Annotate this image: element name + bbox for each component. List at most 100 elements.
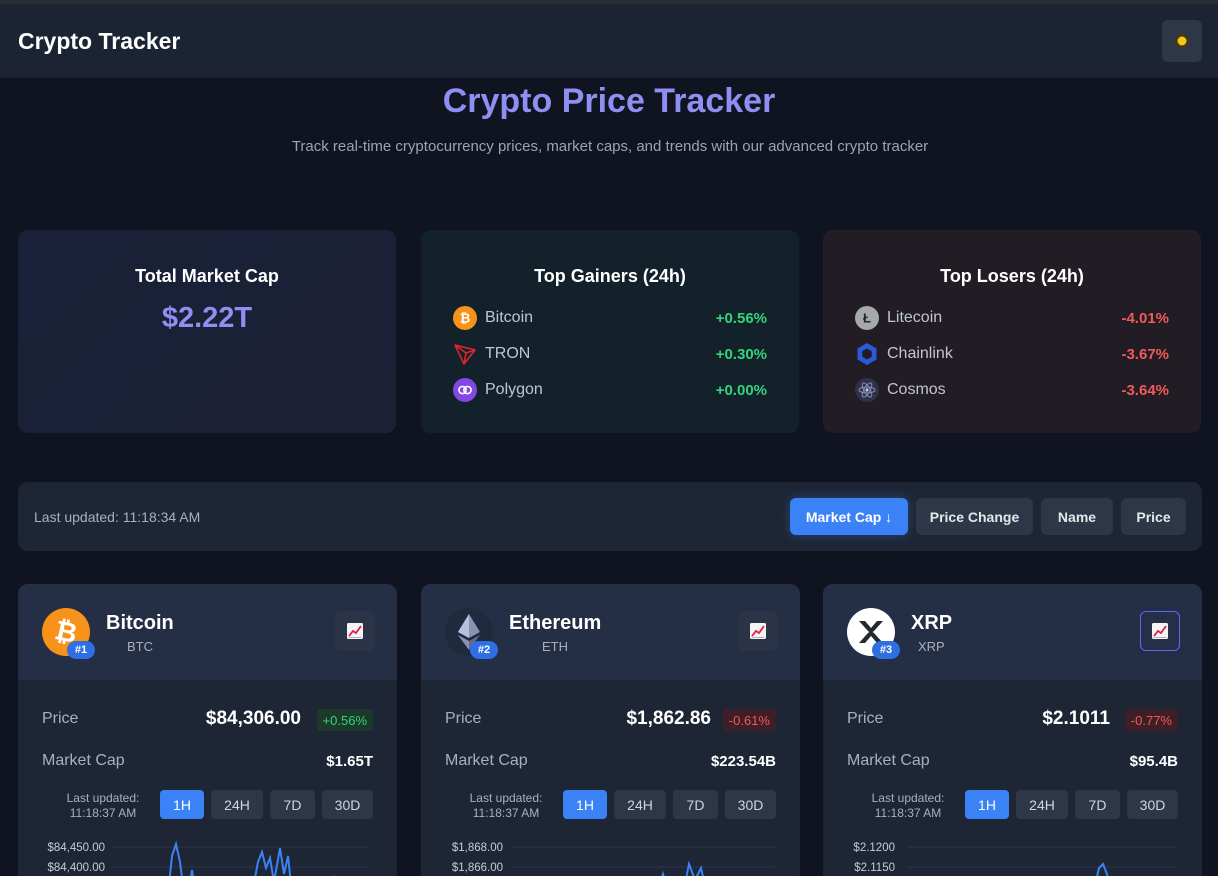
coin-card-ethereum: #2 Ethereum ETH Price $1,862.86 -0.61% M… [421, 584, 800, 876]
navbar: Crypto Tracker [0, 4, 1218, 78]
last-updated-text: Last updated: 11:18:34 AM [34, 509, 201, 525]
loser-name: Litecoin [887, 309, 943, 326]
timeframe-7d-button[interactable]: 7D [1075, 790, 1120, 819]
page-title: Crypto Price Tracker [442, 82, 776, 120]
top-gainers-title: Top Gainers (24h) [534, 266, 686, 286]
tron-icon [453, 342, 477, 366]
coin-last-updated-time: 11:18:37 AM [69, 806, 137, 820]
sort-name-button[interactable]: Name [1041, 498, 1113, 535]
sort-price-change-button[interactable]: Price Change [916, 498, 1033, 535]
gainer-name: Polygon [485, 381, 543, 398]
coin-symbol: XRP [918, 639, 945, 654]
price-label: Price [42, 710, 79, 727]
theme-toggle-button[interactable] [1162, 20, 1202, 62]
timeframe-30d-button[interactable]: 30D [725, 790, 776, 819]
svg-text:Ł: Ł [863, 311, 871, 325]
gainer-change: +0.00% [715, 381, 767, 399]
price-line [661, 860, 704, 876]
chart-toggle-button[interactable] [738, 611, 778, 651]
timeframe-7d-button[interactable]: 7D [270, 790, 315, 819]
gainer-item[interactable]: TRON +0.30% [453, 341, 767, 367]
sort-price-button[interactable]: Price [1121, 498, 1186, 535]
gainer-name: Bitcoin [485, 309, 534, 326]
coin-last-updated-time: 11:18:37 AM [874, 806, 942, 820]
timeframe-1h-button[interactable]: 1H [965, 790, 1009, 819]
coin-price: $2.1011 [1042, 708, 1110, 729]
loser-item[interactable]: Ł Litecoin -4.01% [855, 305, 1169, 331]
polygon-icon [453, 378, 477, 402]
page-subtitle: Track real-time cryptocurrency prices, m… [291, 138, 929, 155]
coin-card-header: #2 Ethereum ETH [421, 584, 800, 680]
chart-icon [750, 623, 766, 639]
loser-change: -3.67% [1121, 345, 1169, 363]
price-chart: $1,868.00 $1,866.00 [452, 842, 775, 876]
coin-last-updated-time: 11:18:37 AM [472, 806, 540, 820]
loser-name: Cosmos [887, 381, 946, 398]
loser-change: -3.64% [1121, 381, 1169, 399]
litecoin-icon: Ł [855, 306, 879, 330]
coin-last-updated-label: Last updated: [66, 791, 140, 805]
loser-item[interactable]: Chainlink -3.67% [855, 341, 1169, 367]
total-market-cap-title: Total Market Cap [135, 266, 279, 286]
coin-last-updated: Last updated: 11:18:37 AM [58, 791, 148, 821]
rank-badge: #2 [470, 641, 498, 659]
price-change-badge: -0.77% [1124, 709, 1178, 731]
chart-toggle-button[interactable] [1140, 611, 1180, 651]
coin-card-header: #3 XRP XRP [823, 584, 1202, 680]
coin-card-bitcoin: ₿ #1 Bitcoin BTC Price $84,306.00 +0.56%… [18, 584, 397, 876]
coin-last-updated: Last updated: 11:18:37 AM [863, 791, 953, 821]
coin-last-updated-label: Last updated: [871, 791, 945, 805]
coin-symbol: ETH [542, 639, 568, 654]
timeframe-7d-button[interactable]: 7D [673, 790, 718, 819]
timeframe-24h-button[interactable]: 24H [1016, 790, 1068, 819]
y-tick-label: $84,450.00 [47, 842, 105, 854]
chainlink-icon [855, 342, 879, 366]
svg-text:₿: ₿ [460, 311, 471, 325]
y-tick-label: $84,400.00 [47, 862, 105, 874]
coin-market-cap: $95.4B [1129, 753, 1178, 770]
top-losers-card: Top Losers (24h) Ł Litecoin -4.01% Chain… [823, 230, 1201, 433]
y-tick-label: $1,868.00 [452, 842, 503, 854]
rank-badge: #3 [872, 641, 900, 659]
timeframe-30d-button[interactable]: 30D [1127, 790, 1178, 819]
price-change-badge: -0.61% [722, 709, 776, 731]
timeframe-1h-button[interactable]: 1H [563, 790, 607, 819]
timeframe-24h-button[interactable]: 24H [614, 790, 666, 819]
price-change-badge: +0.56% [316, 709, 373, 731]
gainer-change: +0.30% [715, 345, 767, 363]
sort-market-cap-button[interactable]: Market Cap ↓ [790, 498, 908, 535]
y-tick-label: $2.1200 [853, 842, 895, 854]
y-tick-label: $1,866.00 [452, 862, 503, 874]
price-label: Price [847, 710, 884, 727]
gainer-item[interactable]: ₿ Bitcoin +0.56% [453, 305, 767, 331]
coin-last-updated-label: Last updated: [469, 791, 543, 805]
gainer-item[interactable]: Polygon +0.00% [453, 377, 767, 403]
coin-card-header: ₿ #1 Bitcoin BTC [18, 584, 397, 680]
gainer-name: TRON [485, 345, 531, 362]
top-losers-title: Top Losers (24h) [940, 266, 1084, 286]
loser-name: Chainlink [887, 345, 953, 362]
sort-toolbar: Last updated: 11:18:34 AM Market Cap ↓ P… [18, 482, 1202, 551]
bitcoin-icon: ₿ [453, 306, 477, 330]
coin-card-xrp: #3 XRP XRP Price $2.1011 -0.77% Market C… [823, 584, 1202, 876]
timeframe-24h-button[interactable]: 24H [211, 790, 263, 819]
chart-toggle-button[interactable] [335, 611, 375, 651]
coin-name: Bitcoin [106, 612, 174, 634]
market-cap-label: Market Cap [847, 752, 930, 769]
timeframe-1h-button[interactable]: 1H [160, 790, 204, 819]
total-market-cap-value: $2.22T [161, 302, 253, 334]
loser-item[interactable]: Cosmos -3.64% [855, 377, 1169, 403]
coin-market-cap: $223.54B [710, 753, 776, 770]
timeframe-30d-button[interactable]: 30D [322, 790, 373, 819]
coin-market-cap: $1.65T [326, 753, 373, 770]
coin-name: Ethereum [509, 612, 602, 634]
app-title[interactable]: Crypto Tracker [18, 28, 180, 55]
coin-price: $1,862.86 [626, 708, 711, 729]
coin-last-updated: Last updated: 11:18:37 AM [461, 791, 551, 821]
cosmos-icon [855, 378, 879, 402]
coin-price: $84,306.00 [205, 708, 301, 729]
price-label: Price [445, 710, 482, 727]
top-gainers-card: Top Gainers (24h) ₿ Bitcoin +0.56% TRON … [421, 230, 799, 433]
market-cap-label: Market Cap [445, 752, 528, 769]
total-market-cap-card: Total Market Cap $2.22T [18, 230, 396, 433]
